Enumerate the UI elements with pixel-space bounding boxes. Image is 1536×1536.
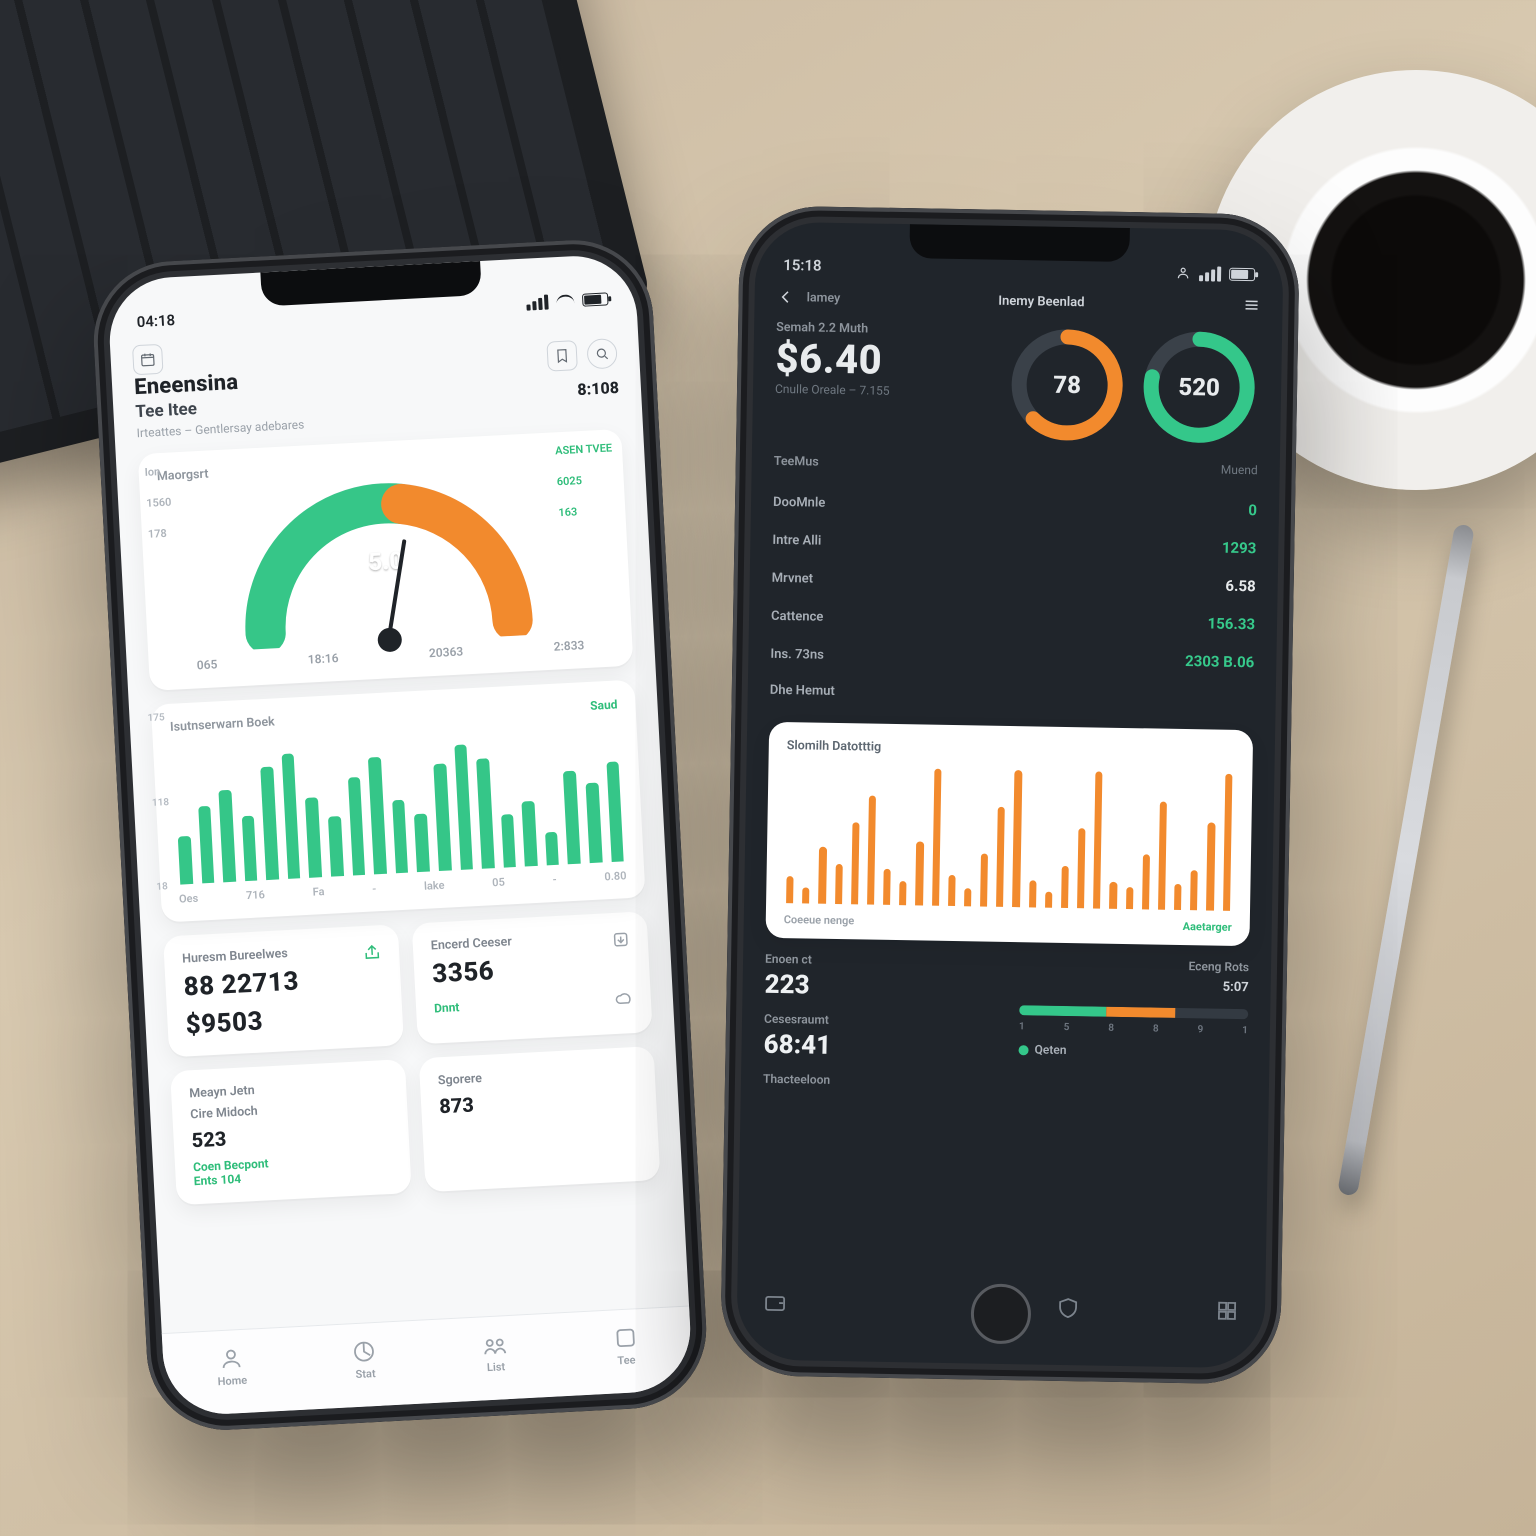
bottom-bar [736, 1263, 1266, 1368]
tile-3[interactable]: Meayn Jetn Cire Midoch 523 Coen Becpont … [170, 1059, 412, 1205]
share-icon [363, 943, 382, 962]
signal-icon [526, 295, 549, 311]
battery-icon [1229, 267, 1255, 280]
nav-shield-icon[interactable] [1056, 1296, 1080, 1324]
tab-stats[interactable]: Stat [352, 1339, 378, 1381]
nav-wallet-icon[interactable] [763, 1291, 787, 1319]
ring-chart-2[interactable]: 520 [1138, 326, 1260, 448]
tile-c[interactable]: Thacteeloon [763, 1072, 992, 1094]
header-row: Eneensina Tee Itee Irteattes – Gentlersa… [132, 320, 620, 440]
download-icon [611, 930, 630, 949]
user-icon [1175, 265, 1191, 281]
status-time: 04:18 [136, 311, 175, 331]
tile-4[interactable]: Sgorere 873 [419, 1046, 661, 1192]
tile-1[interactable]: Huresm Bureelwes 88 22713 $9503 [163, 924, 404, 1057]
menu-icon[interactable] [1242, 296, 1260, 314]
wifi-icon [556, 294, 575, 309]
progress-bar [1019, 1005, 1248, 1019]
legend: Qeten [1018, 1042, 1247, 1060]
balance-value: $6.40 [775, 335, 996, 386]
calendar-icon[interactable] [132, 344, 164, 376]
phone-light: 04:18 Eneensina Tee Itee Irteattes – G [90, 236, 710, 1434]
gauge-chart: 5.0 [221, 464, 549, 651]
status-time: 15:18 [783, 256, 822, 275]
tab-more[interactable]: Tee [613, 1325, 639, 1367]
bottom-tiles: Enoen ct 223 Cesesraumt 68:41 Thacteeloo… [763, 952, 1249, 1098]
battery-icon [582, 292, 609, 306]
bars-badge: Saud [590, 697, 618, 712]
bookmark-icon[interactable] [546, 340, 578, 372]
titlebar: lamey Inemy Beenlad [777, 288, 1261, 314]
tile-b[interactable]: Cesesraumt 68:41 [763, 1012, 993, 1064]
tile-a[interactable]: Enoen ct 223 [764, 952, 994, 1004]
stats-list: DooMnle0Intre Alli1293Mrvnet6.58Cattence… [769, 483, 1257, 716]
activity-chart [784, 753, 1235, 911]
stat-tiles: Huresm Bureelwes 88 22713 $9503 Encerd C… [163, 911, 660, 1205]
balance-row: Semah 2.2 Muth $6.40 Cnulle Oreale – 7.1… [774, 320, 1260, 448]
header-value: 8:108 [577, 378, 619, 399]
nav-grid-icon[interactable] [1215, 1299, 1239, 1327]
ring-chart-1[interactable]: 78 [1006, 324, 1128, 446]
stats-header: TeeMus [774, 454, 819, 470]
search-icon[interactable] [586, 338, 618, 370]
page-title: Inemy Beenlad [998, 293, 1084, 310]
bar-chart [170, 711, 625, 884]
bar-chart-card[interactable]: Isutnserwarn Boek Saud 175 118 18 Oes 71… [151, 680, 646, 923]
signal-icon [1199, 266, 1221, 281]
tab-home[interactable]: Home [216, 1346, 248, 1388]
activity-chart-card[interactable]: Slomilh Datotttig Coeeue nenge Aaetarger [765, 722, 1253, 946]
progress-scale: 15 88 91 [1019, 1021, 1248, 1036]
phone-dark: 15:18 lamey Inemy Beenlad Semah 2.2 Muth [720, 205, 1300, 1385]
tile-badge: Dnnt [434, 1000, 460, 1015]
tile-2[interactable]: Encerd Ceeser 3356 Dnnt [412, 911, 653, 1044]
stat-row[interactable]: Dhe Hemut [769, 673, 1254, 716]
gauge-card[interactable]: Maorgsrt Ion 1560 178 ASEN TVEE 6025 163 [138, 429, 634, 691]
back-icon[interactable] [777, 288, 795, 306]
cloud-icon [614, 989, 633, 1008]
tab-list[interactable]: List [482, 1332, 508, 1374]
